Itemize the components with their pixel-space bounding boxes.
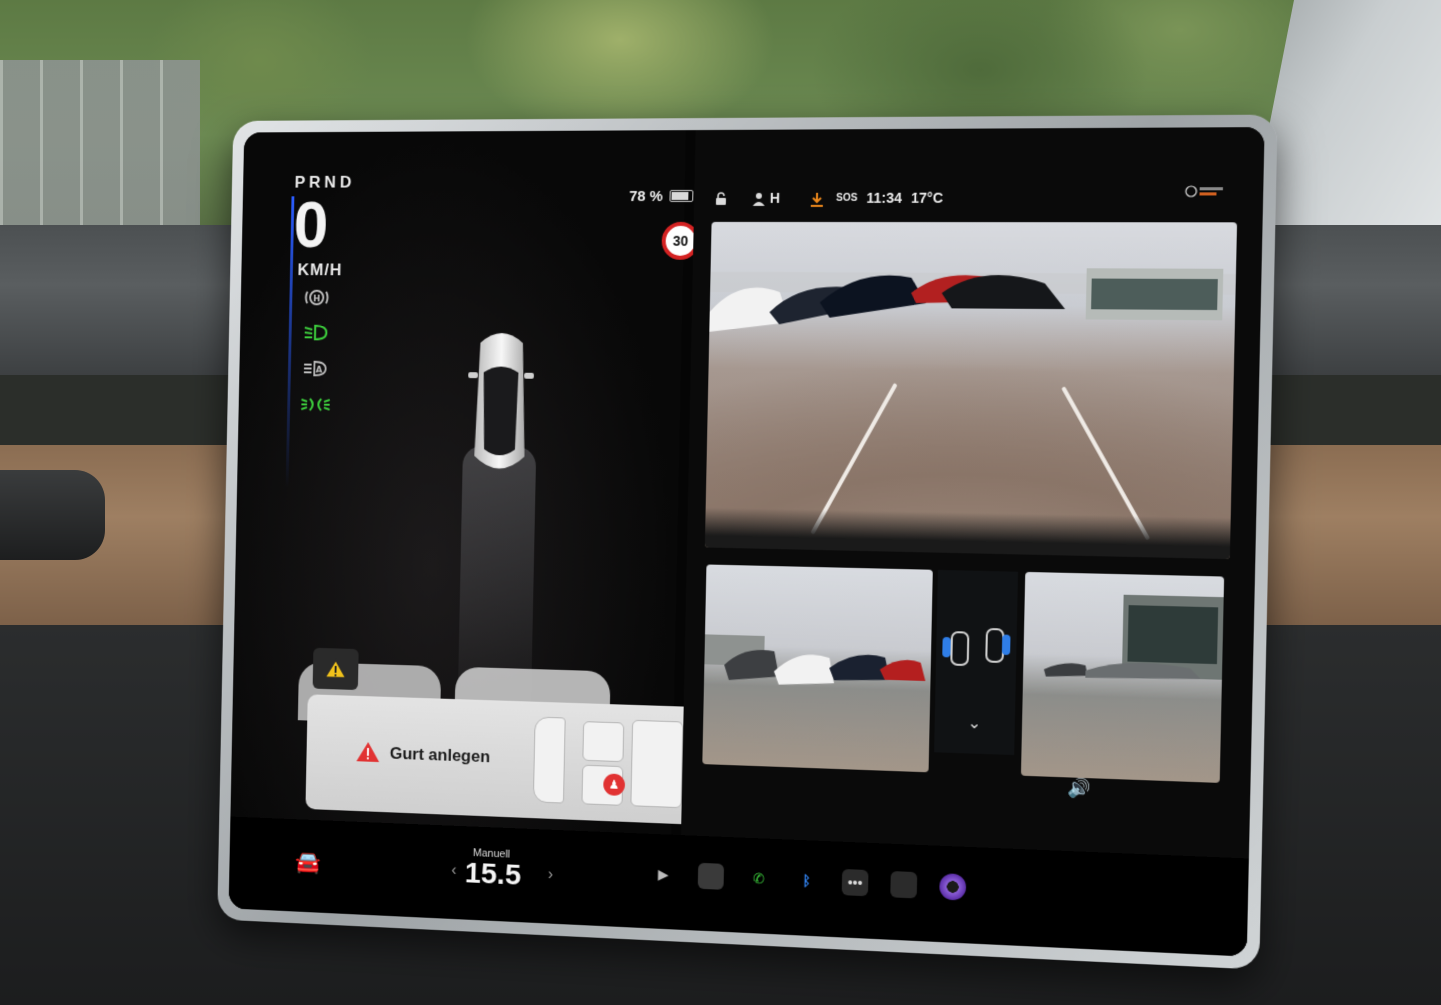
sensor-right-arc bbox=[1001, 634, 1011, 656]
park-assist-sensor: ⌄ bbox=[934, 569, 1019, 756]
clock: 11:34 bbox=[866, 189, 903, 206]
svg-text:H: H bbox=[313, 294, 320, 304]
low-beam-icon bbox=[302, 323, 331, 345]
climate-temperature[interactable]: 15.5 bbox=[464, 857, 521, 893]
auto-headlights-icon: A bbox=[301, 359, 330, 381]
dashboard-outline bbox=[532, 716, 566, 804]
phone-icon[interactable]: ✆ bbox=[745, 865, 771, 892]
warning-icon bbox=[323, 658, 348, 680]
right-repeater-camera[interactable] bbox=[1020, 571, 1225, 783]
profile-name[interactable]: H bbox=[770, 190, 780, 206]
right-camera-scene bbox=[1043, 594, 1224, 682]
touchscreen: PRND 0 KM/H H A 78 % 30 Gurt anlegen ♟ H… bbox=[228, 127, 1265, 957]
app-dock: ▶ ✆ ᛒ ••• bbox=[650, 861, 967, 901]
vehicle-top-view-icon bbox=[468, 332, 534, 469]
camera-app-icon[interactable] bbox=[939, 873, 967, 901]
fence bbox=[0, 60, 200, 230]
touchscreen-bezel: PRND 0 KM/H H A 78 % 30 Gurt anlegen ♟ H… bbox=[217, 114, 1278, 970]
status-bar: H SOS 11:34 17°C bbox=[694, 191, 1263, 214]
svg-text:A: A bbox=[316, 365, 323, 375]
download-icon[interactable] bbox=[810, 192, 824, 211]
parked-cars-scene bbox=[709, 268, 1236, 333]
alert-message: Gurt anlegen bbox=[389, 743, 491, 767]
outside-temperature: 17°C bbox=[910, 189, 944, 206]
volume-icon[interactable]: 🔊 bbox=[1067, 777, 1091, 799]
speed-unit: KM/H bbox=[297, 260, 343, 280]
left-camera-scene bbox=[704, 634, 926, 687]
profile-icon[interactable] bbox=[752, 192, 766, 209]
sos-label[interactable]: SOS bbox=[836, 193, 858, 204]
more-apps-icon[interactable]: ••• bbox=[841, 868, 869, 897]
seat-front-left bbox=[582, 721, 625, 763]
parking-lights-icon bbox=[300, 395, 329, 417]
warning-button[interactable] bbox=[312, 647, 359, 691]
seat-rear-bench bbox=[630, 719, 684, 809]
bumper-edge bbox=[704, 507, 1231, 560]
left-repeater-camera[interactable] bbox=[702, 564, 933, 773]
seatbelt-alert-card[interactable]: Gurt anlegen ♟ bbox=[305, 694, 714, 826]
battery-percentage: 78 % bbox=[629, 188, 664, 205]
lock-icon[interactable] bbox=[714, 192, 728, 209]
car-controls-icon[interactable]: 🚘 bbox=[295, 849, 321, 875]
parking-brake-icon: H bbox=[302, 288, 331, 310]
rear-camera-view[interactable] bbox=[704, 221, 1238, 560]
sensor-left-arc bbox=[942, 636, 951, 658]
alert-triangle-icon bbox=[356, 741, 380, 763]
passenger-airbag-icon bbox=[1185, 183, 1228, 203]
chevron-down-icon[interactable]: ⌄ bbox=[967, 713, 981, 734]
toybox-icon[interactable] bbox=[890, 871, 918, 899]
glovebox-icon[interactable] bbox=[697, 862, 725, 890]
climate-increase-icon[interactable]: › bbox=[548, 866, 554, 884]
climate-decrease-icon[interactable]: ‹ bbox=[451, 862, 456, 880]
car-outline-left-icon bbox=[950, 631, 970, 667]
camera-panel: H SOS 11:34 17°C ⌄ 🔊 bbox=[679, 127, 1265, 957]
media-icon[interactable]: ▶ bbox=[650, 861, 676, 888]
seat-occupancy-map: ♟ bbox=[532, 712, 702, 817]
battery-icon bbox=[669, 189, 694, 202]
bluetooth-icon[interactable]: ᛒ bbox=[793, 867, 820, 894]
driving-panel: PRND 0 KM/H H A 78 % 30 Gurt anlegen ♟ bbox=[228, 130, 714, 930]
air-vent bbox=[0, 470, 105, 560]
speed-readout: 0 bbox=[293, 188, 330, 261]
